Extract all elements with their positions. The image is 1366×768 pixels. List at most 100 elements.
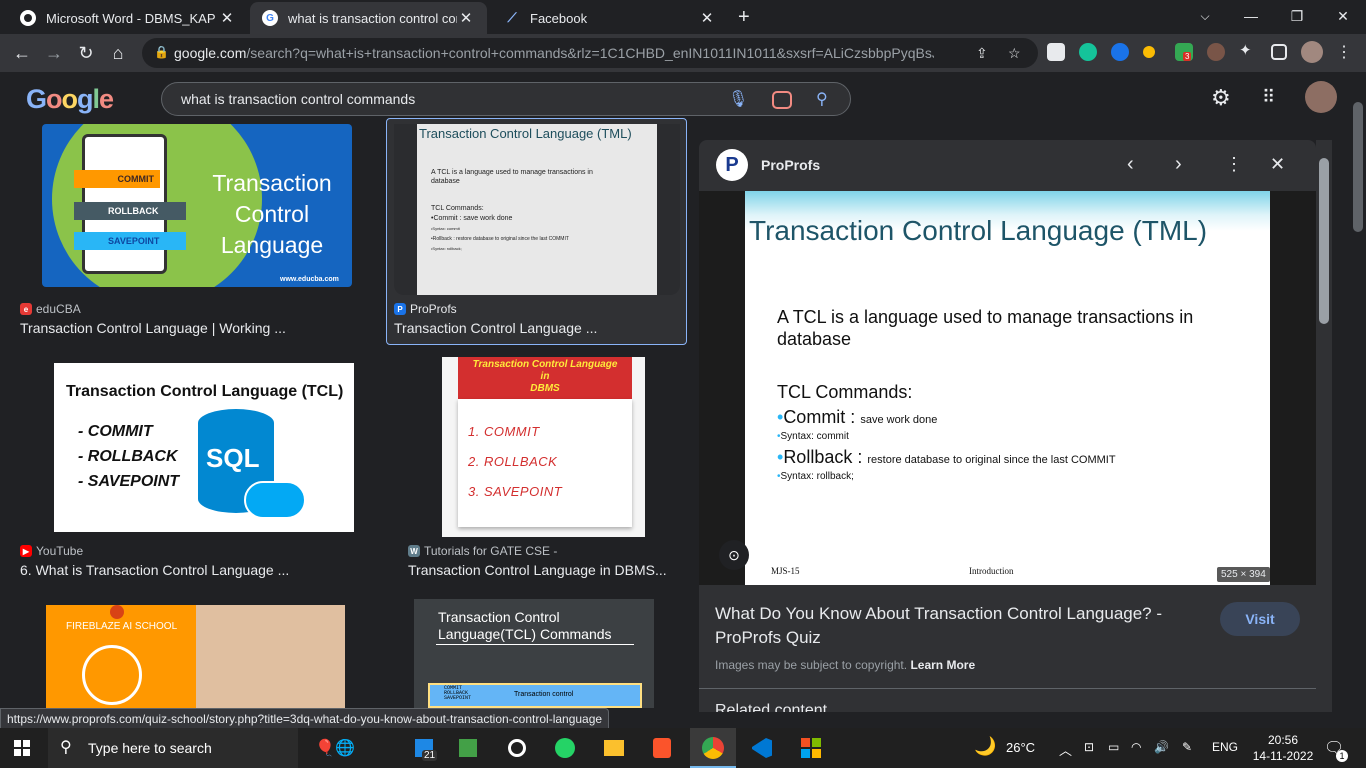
fireblaze-logo-icon xyxy=(110,605,124,619)
new-tab-button[interactable]: + xyxy=(738,6,750,29)
panel-title[interactable]: What Do You Know About Transaction Contr… xyxy=(715,602,1201,650)
profile-avatar[interactable] xyxy=(1301,41,1323,63)
result-title[interactable]: Transaction Control Language ... xyxy=(394,320,597,336)
image-dimensions: 525 × 394 xyxy=(1217,567,1270,582)
chrome-icon xyxy=(20,10,36,26)
pen-icon[interactable]: ✎ xyxy=(1182,740,1192,754)
search-icon[interactable]: ⚲ xyxy=(816,89,828,109)
image-title: Transaction Control Language xyxy=(212,170,332,258)
battery-icon[interactable]: ▭ xyxy=(1108,740,1119,754)
lens-search-icon[interactable]: ⊙ xyxy=(719,540,749,570)
apps-grid-icon[interactable]: ⠿ xyxy=(1262,87,1275,108)
tab-search-button[interactable]: ⌵ xyxy=(1182,4,1228,28)
microphone-icon[interactable]: 🎙 xyxy=(728,89,748,109)
result-title[interactable]: 6. What is Transaction Control Language … xyxy=(20,562,289,578)
previous-chevron-icon[interactable]: ‹ xyxy=(1127,153,1134,176)
whatsapp-icon[interactable] xyxy=(551,734,579,762)
page-scrollbar-thumb[interactable] xyxy=(1353,102,1363,232)
media-player-icon[interactable] xyxy=(503,734,531,762)
notification-count: 1 xyxy=(1336,750,1348,762)
forward-button[interactable]: → xyxy=(41,40,67,66)
result-source[interactable]: W Tutorials for GATE CSE - xyxy=(408,544,557,558)
proprofs-icon[interactable]: P xyxy=(716,149,748,181)
extension-icon[interactable] xyxy=(1047,43,1065,61)
copyright-notice: Images may be subject to copyright. Lear… xyxy=(715,658,976,672)
taskbar-search[interactable]: ⚲ Type here to search xyxy=(48,728,298,768)
weather-temp[interactable]: 26°C xyxy=(1006,740,1035,755)
windows-start-icon[interactable] xyxy=(8,734,36,762)
tray-chevron-icon[interactable]: ︿ xyxy=(1059,740,1072,759)
task-view-icon[interactable]: 21 xyxy=(410,734,438,762)
account-avatar[interactable] xyxy=(1305,81,1337,113)
result-image-fireblaze[interactable]: FIREBLAZE AI SCHOOL xyxy=(46,605,345,708)
settings-gear-icon[interactable]: ⚙ xyxy=(1211,85,1231,111)
address-bar[interactable]: 🔒 google.com/search?q=what+is+transactio… xyxy=(142,38,1038,68)
close-icon[interactable]: ✕ xyxy=(218,9,236,27)
next-chevron-icon[interactable]: › xyxy=(1175,153,1182,176)
tab-facebook[interactable]: ⟋ Facebook ✕ xyxy=(492,2,728,34)
extension-badge-icon[interactable]: 3 xyxy=(1175,43,1193,61)
side-panel-icon[interactable] xyxy=(1271,44,1287,60)
extension-person-icon[interactable] xyxy=(1143,46,1155,58)
result-image-gate[interactable]: Transaction Control Language in DBMS 1. CO… xyxy=(442,357,645,537)
home-button[interactable]: ⌂ xyxy=(105,40,131,66)
menu-kebab-icon[interactable]: ⋮ xyxy=(1331,40,1357,66)
google-logo[interactable]: Google xyxy=(26,84,114,115)
close-icon[interactable]: ✕ xyxy=(457,9,475,27)
back-button[interactable]: ← xyxy=(9,40,35,66)
extension-blue-icon[interactable] xyxy=(1111,43,1129,61)
result-image-tcl-commands[interactable]: Transaction Control Language(TCL) Command… xyxy=(414,599,654,708)
result-source[interactable]: ▶ YouTube xyxy=(20,544,83,558)
visit-button[interactable]: Visit xyxy=(1220,602,1300,636)
share-icon[interactable]: ⇪ xyxy=(976,45,988,62)
tab-strip: Microsoft Word - DBMS_KAP ✕ G what is tr… xyxy=(0,0,1366,34)
vscode-icon[interactable] xyxy=(748,734,776,762)
camera-lens-icon[interactable] xyxy=(772,91,792,109)
office-app-icon[interactable] xyxy=(797,734,825,762)
file-explorer-icon[interactable] xyxy=(600,734,628,762)
search-box[interactable]: what is transaction control commands 🎙 ⚲ xyxy=(161,82,851,116)
url-text[interactable]: google.com/search?q=what+is+transaction+… xyxy=(174,45,934,61)
result-image-youtube[interactable]: Transaction Control Language (TCL) - COM… xyxy=(54,363,354,532)
result-source[interactable]: e eduCBA xyxy=(20,302,81,316)
tab-word[interactable]: Microsoft Word - DBMS_KAP ✕ xyxy=(8,2,248,34)
volume-icon[interactable]: 🔊 xyxy=(1154,740,1169,754)
panel-source-name[interactable]: ProProfs xyxy=(761,157,820,173)
result-title[interactable]: Transaction Control Language in DBMS... xyxy=(408,562,672,578)
close-icon[interactable]: ✕ xyxy=(698,9,716,27)
clock[interactable]: 20:56 14-11-2022 xyxy=(1248,732,1318,764)
restore-button[interactable]: ❐ xyxy=(1274,4,1320,28)
chrome-taskbar-button[interactable] xyxy=(690,728,736,768)
image-text: FIREBLAZE AI SCHOOL xyxy=(66,621,178,632)
reload-button[interactable]: ↻ xyxy=(73,40,99,66)
minimize-button[interactable]: — xyxy=(1228,4,1274,28)
weather-moon-icon[interactable]: 🌙 xyxy=(974,736,996,757)
close-window-button[interactable]: ✕ xyxy=(1320,4,1366,28)
wifi-icon[interactable]: ◠ xyxy=(1131,740,1141,754)
puzzle-icon[interactable]: ✦ xyxy=(1239,41,1257,59)
result-title[interactable]: Transaction Control Language | Working .… xyxy=(20,320,286,336)
more-options-icon[interactable]: ⋮ xyxy=(1225,154,1243,175)
page-scrollbar[interactable] xyxy=(1350,72,1366,728)
result-source[interactable]: P ProProfs xyxy=(394,302,457,316)
result-image-educba[interactable]: COMMIT ROLLBACK SAVEPOINT Transaction Con… xyxy=(42,124,352,287)
search-highlight-icon[interactable]: 🎈🌐 xyxy=(310,734,360,762)
extension-cookie-icon[interactable] xyxy=(1207,43,1225,61)
search-input[interactable]: what is transaction control commands xyxy=(181,91,415,107)
result-image-proprofs[interactable]: Transaction Control Language (TML) A TCL… xyxy=(394,124,680,295)
close-panel-icon[interactable]: ✕ xyxy=(1270,154,1285,175)
chart-app-icon[interactable] xyxy=(454,734,482,762)
tab-google-search[interactable]: G what is transaction control comm ✕ xyxy=(250,2,487,34)
educba-icon: e xyxy=(20,303,32,315)
tray-app-icon[interactable]: ⊡ xyxy=(1084,740,1094,754)
extension-badge-count: 3 xyxy=(1183,52,1192,61)
proprofs-icon: P xyxy=(394,303,406,315)
preview-image[interactable]: Transaction Control Language (TML) A TCL… xyxy=(745,191,1270,585)
learn-more-link[interactable]: Learn More xyxy=(910,658,975,672)
brave-icon[interactable] xyxy=(648,734,676,762)
panel-scrollbar[interactable] xyxy=(1316,140,1332,712)
bookmark-star-icon[interactable]: ☆ xyxy=(1008,45,1021,62)
panel-scrollbar-thumb[interactable] xyxy=(1319,158,1329,324)
language-indicator[interactable]: ENG xyxy=(1212,740,1238,754)
grammarly-icon[interactable] xyxy=(1079,43,1097,61)
